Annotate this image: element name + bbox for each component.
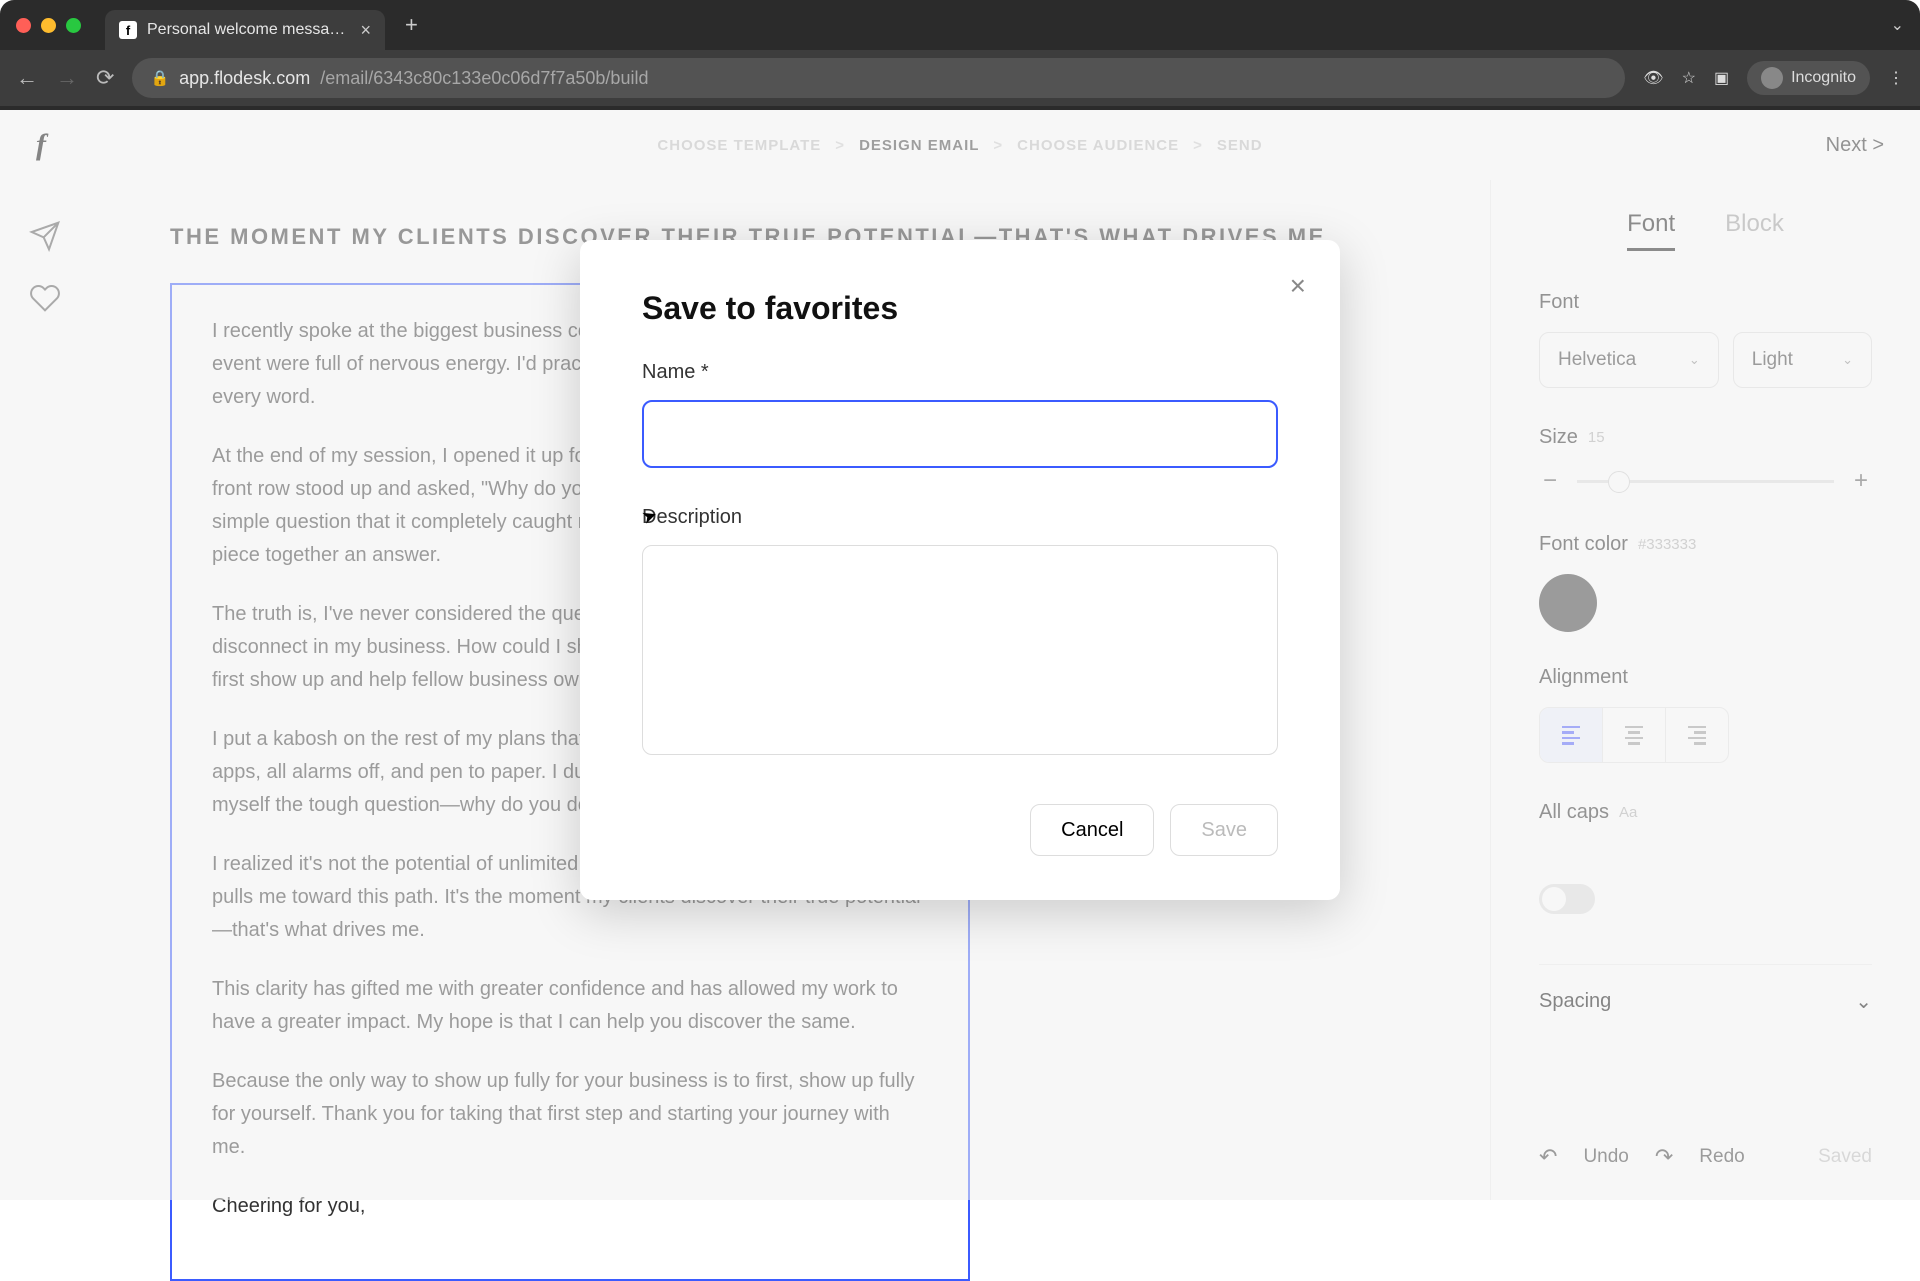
tabs-menu-icon[interactable]: ⌄: [1891, 15, 1904, 35]
name-input[interactable]: [642, 400, 1278, 468]
toolbar-right: 👁 ☆ ▣ Incognito ⋮: [1643, 61, 1904, 95]
cancel-button[interactable]: Cancel: [1030, 804, 1154, 856]
incognito-label: Incognito: [1791, 69, 1856, 87]
incognito-badge[interactable]: Incognito: [1747, 61, 1870, 95]
description-input[interactable]: [642, 545, 1278, 755]
window-controls: [16, 18, 81, 33]
incognito-icon: [1761, 67, 1783, 89]
description-field-label: Description: [642, 506, 1278, 529]
name-field-label: Name *: [642, 361, 1278, 384]
tab-title: Personal welcome message | F: [147, 21, 350, 39]
favicon-icon: f: [119, 21, 137, 39]
close-window-button[interactable]: [16, 18, 31, 33]
lock-icon: 🔒: [150, 69, 169, 87]
browser-chrome: f Personal welcome message | F × + ⌄ ← →…: [0, 0, 1920, 110]
url-path: /email/6343c80c133e0c06d7f7a50b/build: [320, 68, 648, 89]
modal-actions: Cancel Save: [642, 804, 1278, 856]
save-button[interactable]: Save: [1170, 804, 1278, 856]
extensions-icon[interactable]: ▣: [1714, 68, 1729, 88]
minimize-window-button[interactable]: [41, 18, 56, 33]
close-tab-icon[interactable]: ×: [360, 20, 371, 41]
toolbar: ← → ⟳ 🔒 app.flodesk.com/email/6343c80c13…: [0, 50, 1920, 106]
kebab-menu-icon[interactable]: ⋮: [1888, 68, 1904, 88]
back-button[interactable]: ←: [16, 65, 38, 91]
close-icon[interactable]: ×: [1290, 270, 1306, 302]
maximize-window-button[interactable]: [66, 18, 81, 33]
new-tab-button[interactable]: +: [405, 12, 418, 38]
tab-bar: f Personal welcome message | F × + ⌄: [0, 0, 1920, 50]
browser-tab[interactable]: f Personal welcome message | F ×: [105, 10, 385, 50]
address-bar[interactable]: 🔒 app.flodesk.com/email/6343c80c133e0c06…: [132, 58, 1625, 98]
modal-overlay[interactable]: × Save to favorites Name * ➤ Description…: [0, 110, 1920, 1200]
modal-title: Save to favorites: [642, 290, 1278, 327]
save-favorites-modal: × Save to favorites Name * ➤ Description…: [580, 240, 1340, 900]
reload-button[interactable]: ⟳: [96, 65, 114, 91]
forward-button[interactable]: →: [56, 65, 78, 91]
url-host: app.flodesk.com: [179, 68, 310, 89]
star-icon[interactable]: ☆: [1682, 68, 1696, 88]
eye-off-icon[interactable]: 👁: [1643, 68, 1663, 88]
